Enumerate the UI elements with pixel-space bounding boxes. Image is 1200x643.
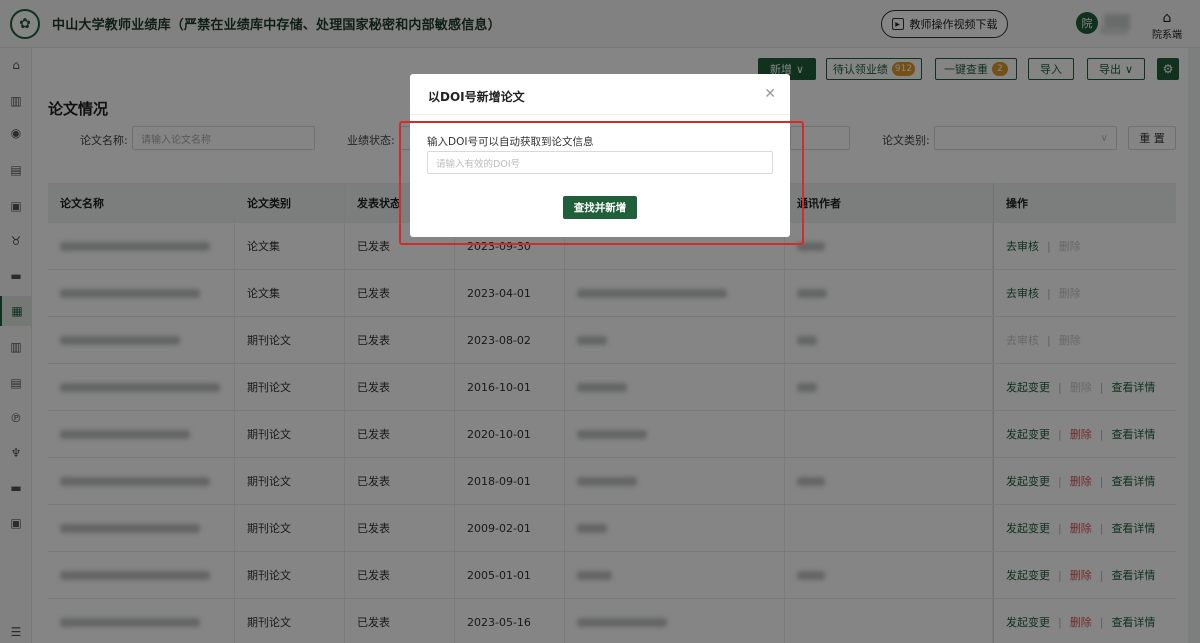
modal-title: 以DOI号新增论文 — [428, 90, 525, 104]
close-icon[interactable]: ✕ — [764, 86, 776, 102]
modal-divider — [410, 114, 790, 115]
highlight-box — [399, 121, 804, 245]
